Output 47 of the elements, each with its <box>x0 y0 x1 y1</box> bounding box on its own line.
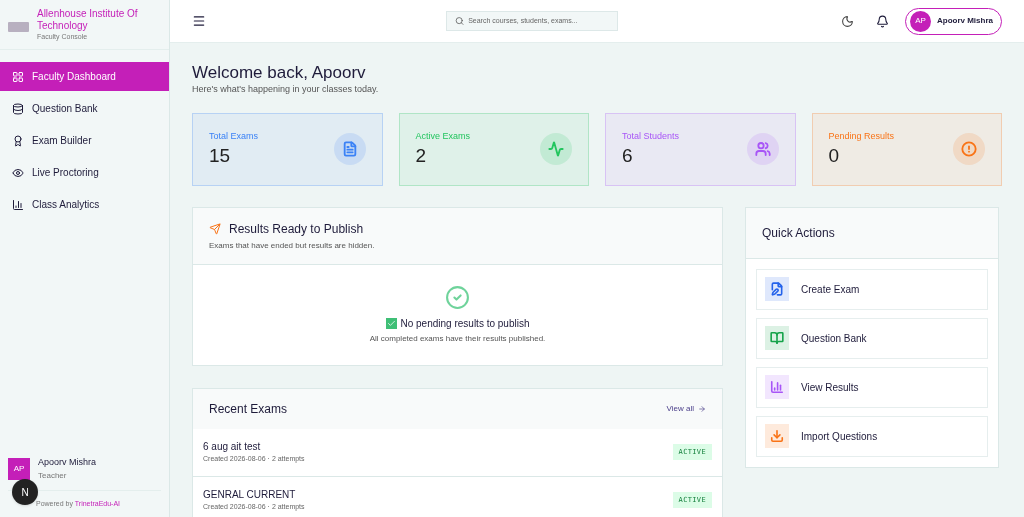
empty-text: All completed exams have their results published. <box>369 332 546 345</box>
stat-label: Total Exams <box>209 130 259 144</box>
stat-label: Pending Results <box>828 130 895 144</box>
quick-action-button[interactable]: Question Bank <box>756 317 988 359</box>
panel-title: Recent Exams <box>209 400 288 418</box>
empty-title: No pending results to publish <box>400 316 530 331</box>
eye-icon <box>12 166 24 179</box>
user-avatar: AP <box>910 10 931 32</box>
brand-name: Allenhouse Institute Of Technology <box>36 8 139 32</box>
view-all-link[interactable]: View all <box>666 402 706 415</box>
quick-action-button[interactable]: View Results <box>756 366 988 408</box>
logo-icon <box>8 22 29 32</box>
user-role: Teacher <box>38 469 68 482</box>
welcome-subtitle: Here's what's happening in your classes today. <box>192 83 380 96</box>
stat-label: Total Students <box>622 130 680 144</box>
welcome-title: Welcome back, Apoorv <box>192 63 367 83</box>
quick-action-button[interactable]: Create Exam <box>756 268 988 310</box>
grid-icon <box>12 70 24 83</box>
stat-value: 6 <box>622 143 634 168</box>
arrow-right-icon <box>698 404 706 413</box>
user-avatar: AP <box>8 457 30 480</box>
menu-button[interactable] <box>192 14 206 28</box>
stat-value: 0 <box>828 143 841 168</box>
theme-toggle-button[interactable] <box>841 14 854 28</box>
notifications-button[interactable] <box>876 14 889 28</box>
panel-title: Quick Actions <box>762 224 835 242</box>
stat-value: 2 <box>415 143 428 168</box>
nav-item[interactable]: Live Proctoring <box>0 158 169 187</box>
bar-chart-icon <box>12 198 24 211</box>
stat-value: 15 <box>209 143 232 168</box>
quick-action-button[interactable]: Import Questions <box>756 415 988 457</box>
check-circle-icon <box>445 284 470 310</box>
panel-title: Results Ready to Publish <box>229 220 364 238</box>
nav-item[interactable]: Class Analytics <box>0 190 169 219</box>
nav-item[interactable]: Exam Builder <box>0 126 169 155</box>
send-icon <box>209 222 221 235</box>
nav-item[interactable]: Faculty Dashboard <box>0 62 169 91</box>
user-name: Apoorv Mishra <box>38 456 97 469</box>
database-icon <box>12 102 24 115</box>
panel-subtitle: Exams that have ended but results are hidden. <box>209 239 376 252</box>
nav-item[interactable]: Question Bank <box>0 94 169 123</box>
award-icon <box>12 134 24 147</box>
exam-name: 6 aug ait test <box>203 440 262 455</box>
search-icon <box>455 16 465 26</box>
stat-label: Active Exams <box>415 130 470 144</box>
exam-name: GENRAL CURRENT <box>203 488 297 503</box>
check-icon <box>385 317 397 329</box>
